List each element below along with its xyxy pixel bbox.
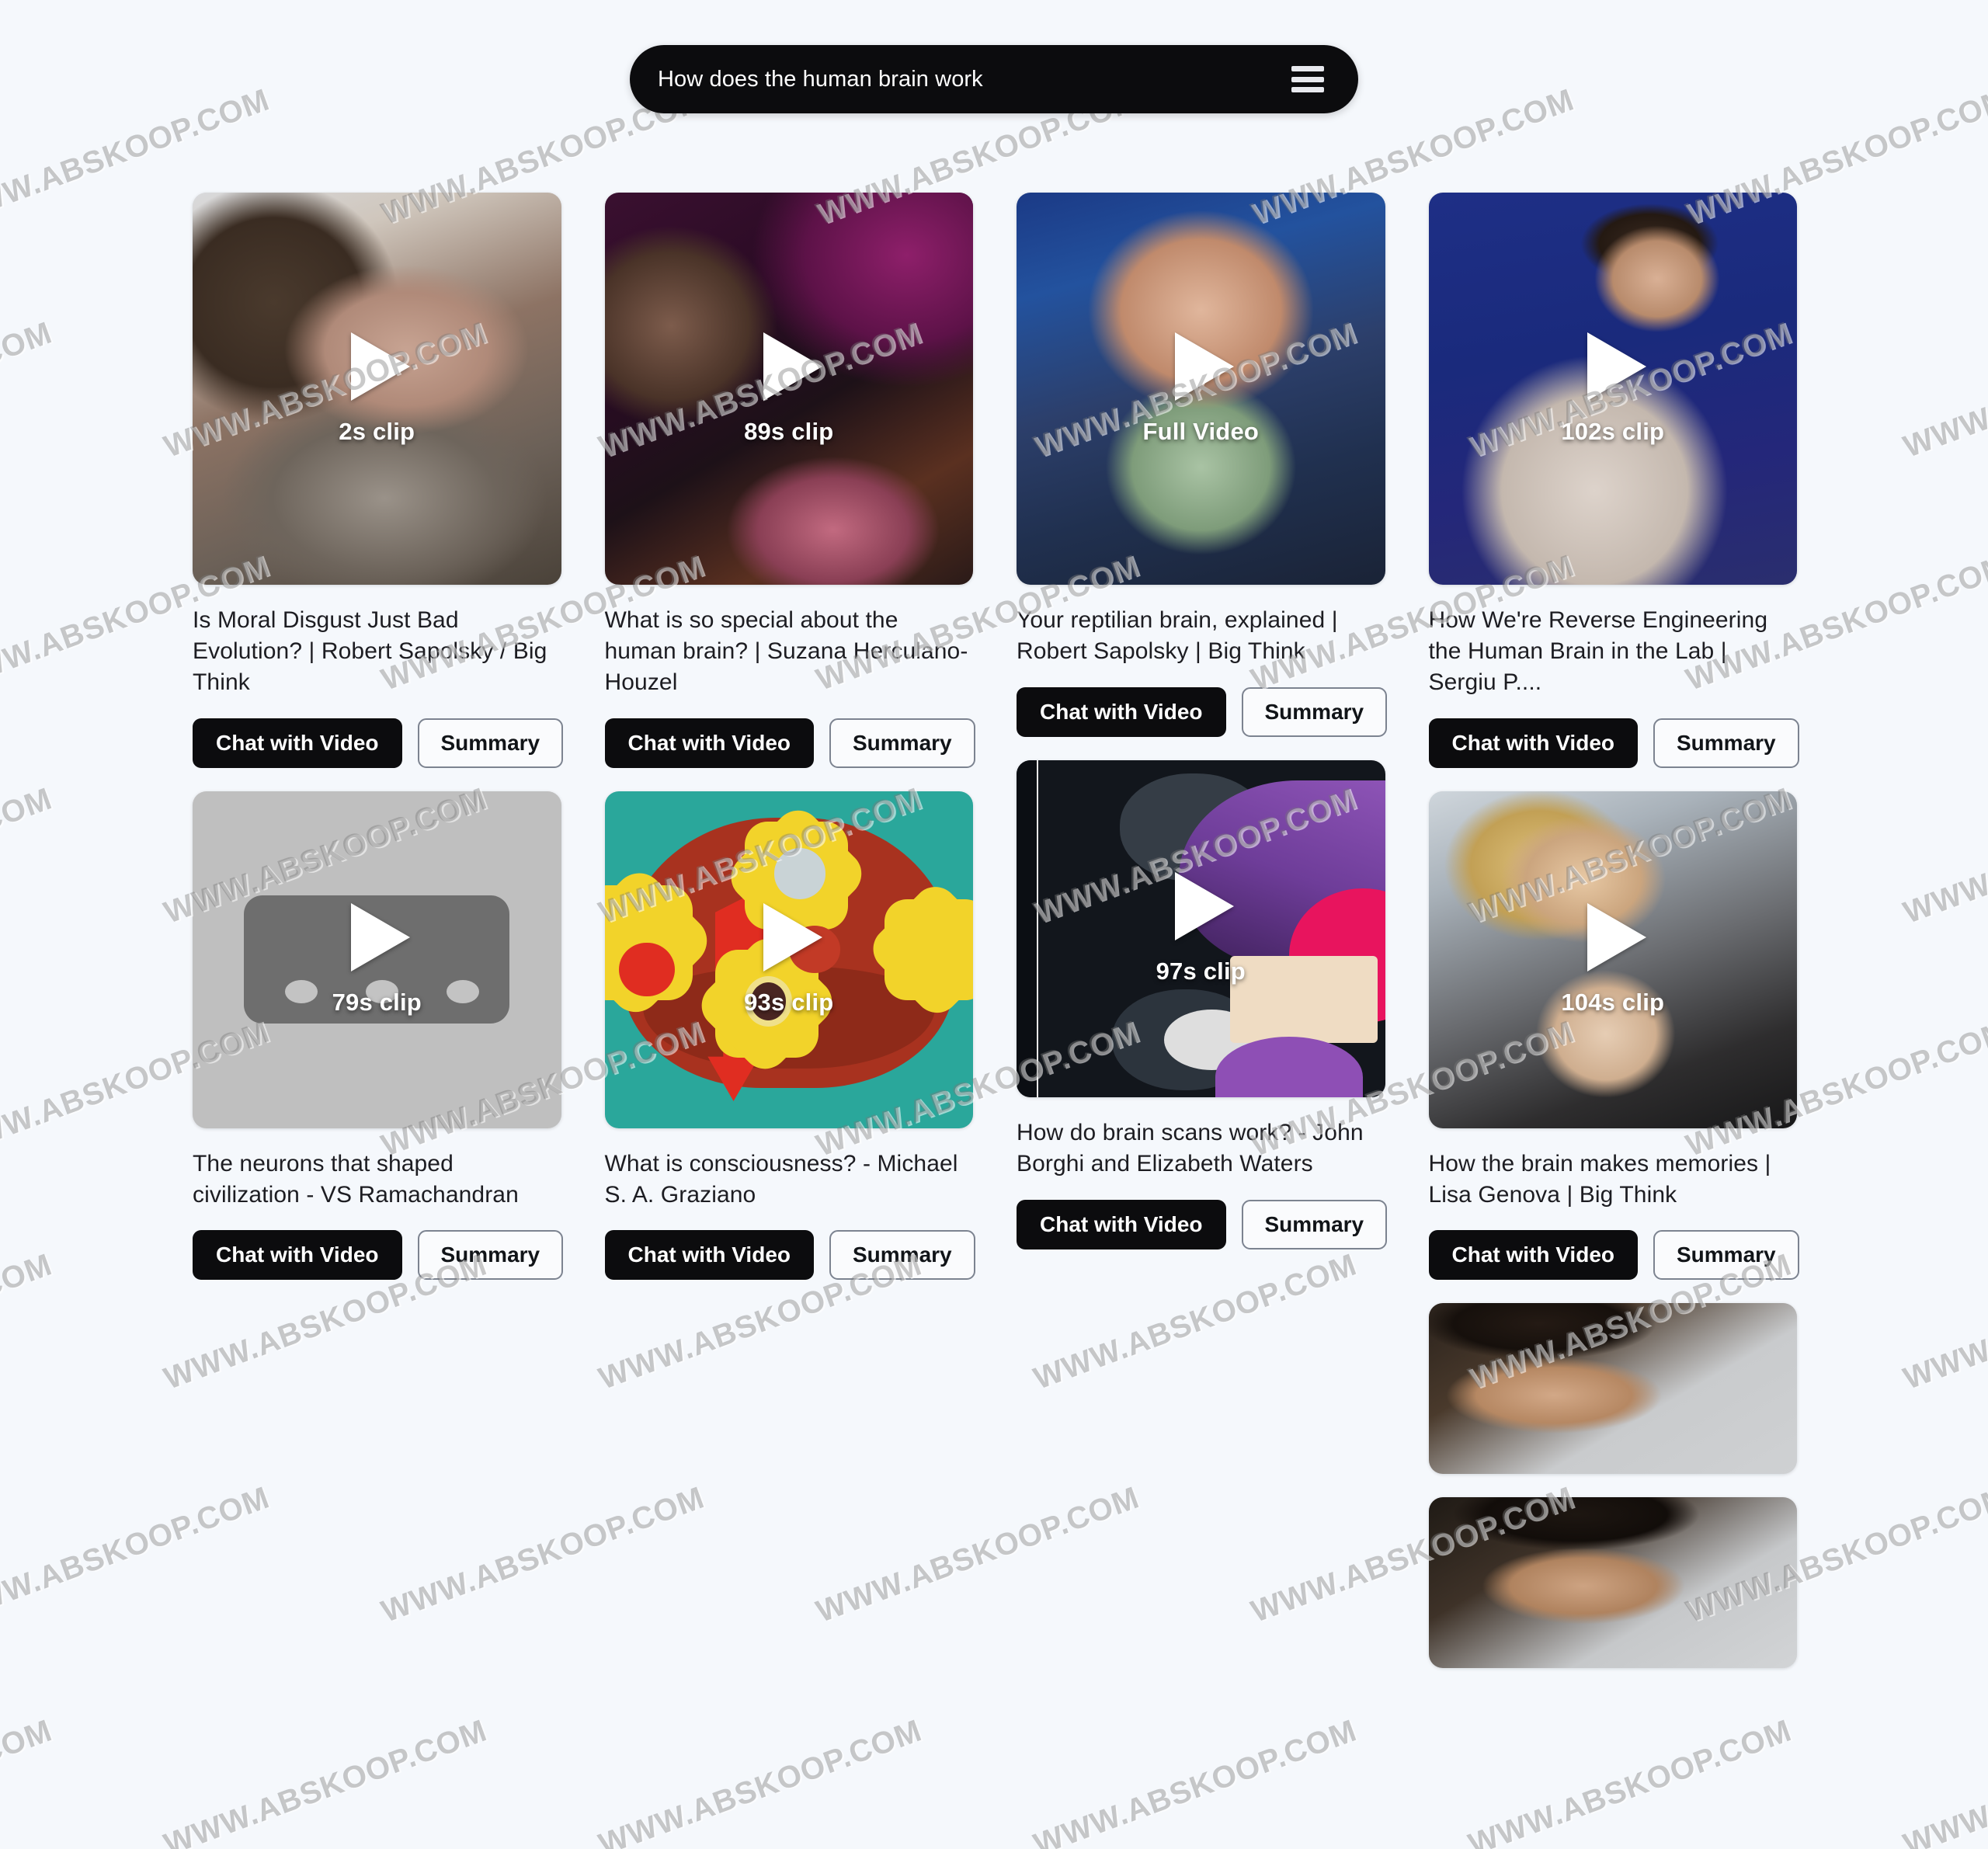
play-overlay[interactable]: 89s clip xyxy=(605,193,974,585)
watermark-text: WWW.ABSKOOP.COM xyxy=(1899,1713,1988,1849)
video-thumbnail[interactable]: 97s clip xyxy=(1017,759,1385,1097)
play-triangle-icon[interactable] xyxy=(1175,332,1235,401)
watermark-text: WWW.ABSKOOP.COM xyxy=(1899,781,1988,930)
chat-with-video-button[interactable]: Chat with Video xyxy=(1428,718,1638,768)
chat-with-video-button[interactable]: Chat with Video xyxy=(604,718,814,768)
chat-with-video-button[interactable]: Chat with Video xyxy=(1428,1230,1638,1281)
clip-duration-label: 102s clip xyxy=(1561,417,1665,445)
search-bar[interactable] xyxy=(630,45,1358,113)
play-overlay[interactable]: 97s clip xyxy=(1017,760,1385,1097)
play-triangle-icon[interactable] xyxy=(763,332,822,401)
summary-button[interactable]: Summary xyxy=(417,1230,564,1281)
card-actions: Chat with Video Summary xyxy=(604,718,975,768)
video-title: What is so special about the human brain… xyxy=(604,607,968,695)
watermark-text: WWW.ABSKOOP.COM xyxy=(0,1713,57,1849)
video-thumbnail[interactable]: 93s clip xyxy=(604,791,974,1128)
chat-with-video-button[interactable]: Chat with Video xyxy=(1017,1199,1226,1249)
page-root: 2s clip Is Moral Disgust Just Bad Evoluti… xyxy=(0,0,1988,1849)
summary-button[interactable]: Summary xyxy=(1241,686,1388,737)
play-triangle-icon[interactable] xyxy=(351,902,411,971)
play-overlay[interactable]: Full Video xyxy=(1017,193,1385,585)
video-card[interactable] xyxy=(1428,1497,1797,1669)
video-thumbnail[interactable] xyxy=(1428,1497,1797,1669)
play-triangle-icon[interactable] xyxy=(1175,871,1235,940)
clip-duration-label: 97s clip xyxy=(1156,957,1246,985)
video-title: How do brain scans work? - John Borghi a… xyxy=(1017,1119,1364,1176)
card-actions: Chat with Video Summary xyxy=(604,1230,975,1281)
video-thumbnail[interactable]: 79s clip xyxy=(193,791,561,1128)
video-card[interactable]: 89s clip What is so special about the hum… xyxy=(604,193,975,768)
play-triangle-icon[interactable] xyxy=(351,332,411,401)
video-thumbnail[interactable]: 104s clip xyxy=(1428,791,1798,1128)
play-triangle-icon[interactable] xyxy=(1587,902,1646,971)
watermark-text: WWW.ABSKOOP.COM xyxy=(1899,1247,1988,1396)
watermark-text: WWW.ABSKOOP.COM xyxy=(0,315,57,464)
video-card[interactable]: 97s clip How do brain scans work? - John … xyxy=(1017,759,1388,1249)
menu-line-3 xyxy=(1291,87,1324,92)
video-title: What is consciousness? - Michael S. A. G… xyxy=(604,1150,958,1208)
thumbnail-artwork xyxy=(1428,1497,1797,1669)
play-overlay[interactable]: 79s clip xyxy=(193,791,561,1128)
video-title: The neurons that shaped civilization - V… xyxy=(193,1150,519,1208)
card-actions: Chat with Video Summary xyxy=(1017,1199,1388,1249)
watermark-text: WWW.ABSKOOP.COM xyxy=(594,1713,926,1849)
summary-button[interactable]: Summary xyxy=(829,718,975,768)
video-card[interactable]: 79s clip The neurons that shaped civiliza… xyxy=(193,791,564,1281)
video-thumbnail[interactable]: Full Video xyxy=(1017,193,1385,585)
watermark-text: WWW.ABSKOOP.COM xyxy=(159,1713,492,1849)
watermark-text: WWW.ABSKOOP.COM xyxy=(1464,1713,1796,1849)
card-actions: Chat with Video Summary xyxy=(193,718,564,768)
video-thumbnail[interactable] xyxy=(1428,1303,1797,1475)
clip-duration-label: 79s clip xyxy=(332,988,422,1016)
video-card[interactable]: 2s clip Is Moral Disgust Just Bad Evoluti… xyxy=(193,193,564,768)
play-triangle-icon[interactable] xyxy=(763,902,822,971)
play-overlay[interactable]: 93s clip xyxy=(605,791,974,1128)
video-card[interactable]: 104s clip How the brain makes memories | … xyxy=(1428,791,1799,1281)
video-thumbnail[interactable]: 89s clip xyxy=(604,193,974,585)
chat-with-video-button[interactable]: Chat with Video xyxy=(1017,686,1226,737)
video-card[interactable]: 102s clip How We're Reverse Engineering t… xyxy=(1428,193,1799,768)
card-actions: Chat with Video Summary xyxy=(1428,1230,1799,1281)
video-title: How the brain makes memories | Lisa Geno… xyxy=(1428,1150,1771,1208)
video-card[interactable]: Full Video Your reptilian brain, explaine… xyxy=(1017,193,1388,737)
watermark-text: WWW.ABSKOOP.COM xyxy=(1029,1713,1361,1849)
video-results-grid: 2s clip Is Moral Disgust Just Bad Evoluti… xyxy=(193,193,1799,1691)
chat-with-video-button[interactable]: Chat with Video xyxy=(604,1230,814,1281)
chat-with-video-button[interactable]: Chat with Video xyxy=(193,718,402,768)
video-title: How We're Reverse Engineering the Human … xyxy=(1428,607,1768,695)
video-title: Your reptilian brain, explained | Robert… xyxy=(1017,607,1338,664)
video-card[interactable]: 93s clip What is consciousness? - Michael… xyxy=(604,791,975,1281)
clip-duration-label: Full Video xyxy=(1142,417,1260,445)
hamburger-menu-icon[interactable] xyxy=(1291,66,1324,92)
play-overlay[interactable]: 2s clip xyxy=(193,193,561,585)
search-input[interactable] xyxy=(658,66,1291,92)
summary-button[interactable]: Summary xyxy=(1653,1230,1799,1281)
clip-duration-label: 93s clip xyxy=(744,988,834,1016)
card-actions: Chat with Video Summary xyxy=(1428,718,1799,768)
watermark-text: WWW.ABSKOOP.COM xyxy=(0,781,57,930)
summary-button[interactable]: Summary xyxy=(1241,1199,1388,1249)
play-triangle-icon[interactable] xyxy=(1587,332,1646,401)
video-title: Is Moral Disgust Just Bad Evolution? | R… xyxy=(193,607,547,695)
search-bar-container xyxy=(0,45,1988,113)
watermark-text: WWW.ABSKOOP.COM xyxy=(0,1247,57,1396)
clip-duration-label: 89s clip xyxy=(744,417,834,445)
video-thumbnail[interactable]: 102s clip xyxy=(1428,193,1798,585)
summary-button[interactable]: Summary xyxy=(417,718,564,768)
watermark-text: WWW.ABSKOOP.COM xyxy=(1899,315,1988,464)
menu-line-2 xyxy=(1291,76,1324,82)
play-overlay[interactable]: 102s clip xyxy=(1429,193,1798,585)
play-overlay[interactable]: 104s clip xyxy=(1429,791,1798,1128)
chat-with-video-button[interactable]: Chat with Video xyxy=(193,1230,402,1281)
summary-button[interactable]: Summary xyxy=(829,1230,975,1281)
clip-duration-label: 2s clip xyxy=(339,417,415,445)
video-card[interactable] xyxy=(1428,1303,1797,1475)
clip-duration-label: 104s clip xyxy=(1561,988,1665,1016)
thumbnail-artwork xyxy=(1428,1303,1797,1475)
card-actions: Chat with Video Summary xyxy=(1017,686,1388,737)
summary-button[interactable]: Summary xyxy=(1653,718,1799,768)
menu-line-1 xyxy=(1291,66,1324,71)
video-thumbnail[interactable]: 2s clip xyxy=(193,193,561,585)
card-actions: Chat with Video Summary xyxy=(193,1230,564,1281)
